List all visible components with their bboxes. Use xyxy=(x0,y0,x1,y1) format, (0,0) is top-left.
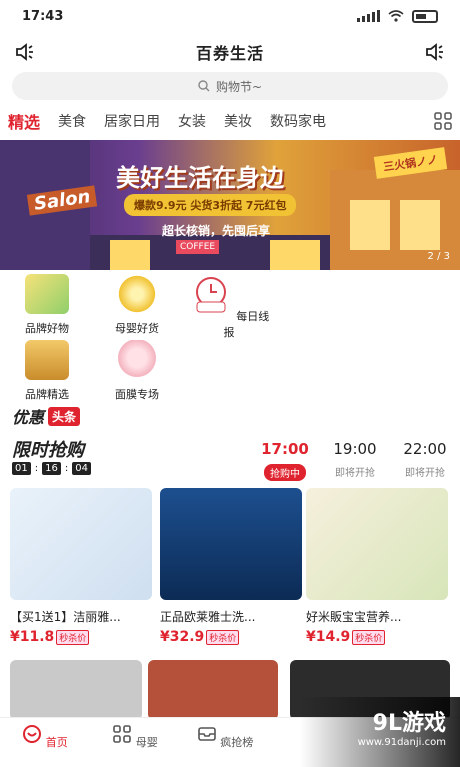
wifi-icon xyxy=(388,10,404,22)
session-time: 17:00 xyxy=(261,440,309,458)
product-card[interactable]: 正品欧莱雅士洗... ¥32.9 秒杀价 xyxy=(160,488,306,645)
title-bar: 百券生活 xyxy=(0,34,460,70)
tab-jingxuan[interactable]: 精选 xyxy=(8,109,40,133)
category-facemask[interactable]: 面膜专场 xyxy=(92,340,182,402)
product-tag: 秒杀价 xyxy=(352,629,386,645)
product-card[interactable]: 【买1送1】洁丽雅... ¥11.8 秒杀价 xyxy=(10,488,156,645)
tab-meizhuang[interactable]: 美妆 xyxy=(224,111,252,131)
tab-fengqiang[interactable]: 疯抢榜 xyxy=(180,718,270,767)
product-image xyxy=(306,488,448,600)
promo-banner[interactable]: Salon 美好生活在身边 爆款9.9元 尖货3折起 7元红包 超长核销，先囤后… xyxy=(0,140,460,270)
product-name: 【买1送1】洁丽雅... xyxy=(10,610,121,624)
signal-icon xyxy=(357,10,380,22)
product-tag: 秒杀价 xyxy=(206,629,240,645)
flash-sale-title: 限时抢购 xyxy=(12,440,84,461)
search-placeholder: 购物节~ xyxy=(215,79,263,94)
countdown-timer: 01: 16: 04 xyxy=(12,462,91,475)
coffee-sign: COFFEE xyxy=(176,240,220,254)
clock-icon xyxy=(195,277,226,313)
product-thumb[interactable] xyxy=(10,660,142,720)
session-1900[interactable]: 19:00 即将开抢 xyxy=(320,440,390,481)
tab-shuma[interactable]: 数码家电 xyxy=(270,111,326,131)
product-price: ¥14.9 xyxy=(306,629,351,645)
tab-meishi[interactable]: 美食 xyxy=(58,111,86,131)
session-1700[interactable]: 17:00 抢购中 xyxy=(250,440,320,481)
nine-badge-icon xyxy=(115,274,159,314)
timer-hours: 01 xyxy=(12,462,31,475)
map-icon xyxy=(25,274,69,314)
banner-subtitle: 超长核销，先囤后享 xyxy=(162,224,271,238)
category-label: 每日线报 xyxy=(223,310,270,339)
speaker-icon-left[interactable] xyxy=(14,41,36,63)
youhui-tag: 头条 xyxy=(48,406,81,426)
session-status: 即将开抢 xyxy=(335,468,375,479)
product-name: 好米販宝宝营养... xyxy=(306,610,402,624)
tab-jujia[interactable]: 居家日用 xyxy=(104,111,160,131)
watermark-logo: 9L游戏 xyxy=(372,711,446,736)
inbox-icon xyxy=(197,727,216,741)
session-time: 19:00 xyxy=(333,440,377,458)
product-image xyxy=(10,488,152,600)
tab-home[interactable]: 首页 xyxy=(0,718,90,767)
youhui-label: 优惠 xyxy=(12,408,45,427)
product-price: ¥32.9 xyxy=(160,629,205,645)
clock: 17:43 xyxy=(22,8,64,24)
timer-minutes: 16 xyxy=(42,462,61,475)
banner-promo: 爆款9.9元 尖货3折起 7元红包 xyxy=(124,194,297,216)
session-time: 22:00 xyxy=(403,440,447,458)
tab-nvzhuang[interactable]: 女装 xyxy=(178,111,206,131)
product-card[interactable]: 好米販宝宝营养... ¥14.9 秒杀价 xyxy=(306,488,452,645)
status-icons xyxy=(357,9,438,23)
tab-muying[interactable]: 母婴 xyxy=(90,718,180,767)
timer-seconds: 04 xyxy=(72,462,91,475)
category-label: 品牌好物 xyxy=(25,322,69,335)
home-icon xyxy=(23,725,42,743)
product-name: 正品欧莱雅士洗... xyxy=(160,610,256,624)
youhui-headline[interactable]: 优惠 头条 xyxy=(12,404,81,428)
search-bar[interactable]: 购物节~ xyxy=(12,72,448,100)
grid-icon[interactable] xyxy=(434,112,452,130)
watermark: 9L游戏 www.91danji.com xyxy=(300,697,460,767)
tab-label: 首页 xyxy=(45,736,68,749)
facemask-icon xyxy=(115,340,159,380)
battery-icon xyxy=(412,9,438,23)
page-title: 百券生活 xyxy=(195,44,264,63)
product-image xyxy=(160,488,302,600)
category-tabs: 精选 美食 居家日用 女装 美妆 数码家电 xyxy=(0,106,460,136)
session-status: 抢购中 xyxy=(264,464,306,481)
watermark-url: www.91danji.com xyxy=(357,737,446,748)
product-tag: 秒杀价 xyxy=(56,629,90,645)
flash-sessions: 17:00 抢购中 19:00 即将开抢 22:00 即将开抢 xyxy=(250,440,460,481)
gift-boxes-icon xyxy=(25,340,69,380)
product-price: ¥11.8 xyxy=(10,629,55,645)
banner-pager: 2 / 3 xyxy=(427,251,450,262)
category-daily-report[interactable]: 每日线报 xyxy=(184,274,274,340)
product-thumb[interactable] xyxy=(148,660,278,720)
category-brand-select[interactable]: 品牌精选 xyxy=(2,340,92,402)
status-bar: 17:43 xyxy=(0,0,460,32)
session-status: 即将开抢 xyxy=(405,468,445,479)
category-label: 面膜专场 xyxy=(115,388,159,401)
banner-title: 美好生活在身边 xyxy=(116,164,284,192)
speaker-icon-right[interactable] xyxy=(424,41,446,63)
category-brand-goods[interactable]: 品牌好物 xyxy=(2,274,92,336)
search-icon xyxy=(198,80,210,92)
tab-label: 母婴 xyxy=(135,736,158,749)
category-label: 品牌精选 xyxy=(25,388,69,401)
category-label: 母婴好货 xyxy=(115,322,159,335)
grid-icon xyxy=(113,725,132,743)
session-2200[interactable]: 22:00 即将开抢 xyxy=(390,440,460,481)
category-baby-goods[interactable]: 母婴好货 xyxy=(92,274,182,336)
tab-label: 疯抢榜 xyxy=(220,736,254,749)
